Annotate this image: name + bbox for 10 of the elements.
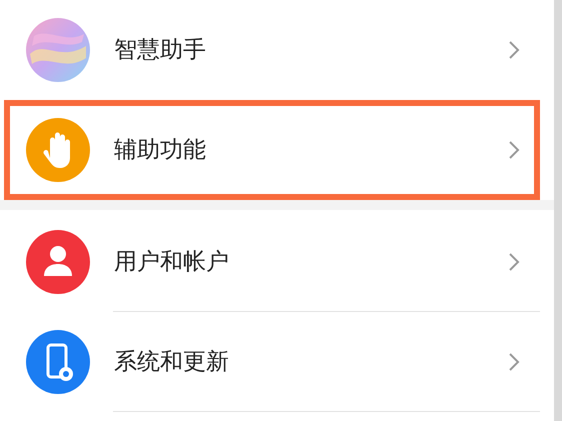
hand-icon: [26, 118, 90, 182]
person-icon: [26, 230, 90, 294]
chevron-icon: [508, 252, 520, 272]
settings-item[interactable]: 辅助功能: [10, 106, 534, 194]
chevron-icon: [508, 40, 520, 60]
phone-gear-icon: [26, 330, 90, 394]
chevron-icon: [508, 352, 520, 372]
chevron-icon: [508, 140, 520, 160]
settings-item[interactable]: 智慧助手: [0, 0, 540, 100]
assistant-orb-icon: [26, 18, 90, 82]
